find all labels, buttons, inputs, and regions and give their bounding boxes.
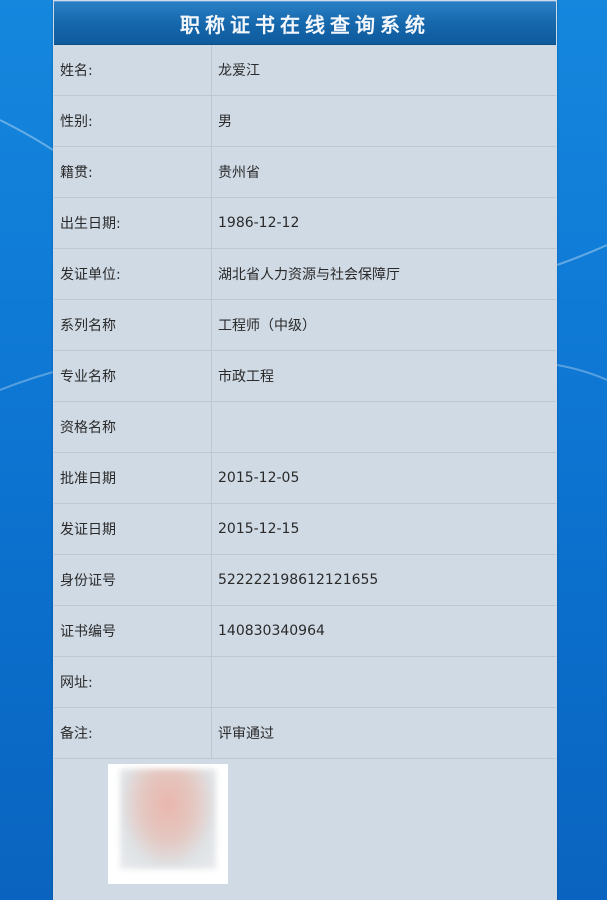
photo-section [53, 759, 557, 897]
table-row-native-place: 籍贯: 贵州省 [54, 146, 556, 198]
table-row-issuing-unit: 发证单位: 湖北省人力资源与社会保障厅 [54, 248, 556, 300]
series-name-label: 系列名称 [54, 299, 212, 351]
page-title: 职称证书在线查询系统 [180, 12, 430, 37]
table-row-name: 姓名: 龙爱江 [54, 45, 556, 96]
specialty-name-value: 市政工程 [211, 350, 556, 402]
certificate-number-value: 140830340964 [211, 605, 556, 657]
qualification-name-label: 资格名称 [54, 401, 212, 453]
issuing-unit-value: 湖北省人力资源与社会保障厅 [211, 248, 556, 300]
issuing-unit-label: 发证单位: [54, 248, 212, 300]
table-row-gender: 性别: 男 [54, 95, 556, 147]
table-row-specialty-name: 专业名称 市政工程 [54, 350, 556, 402]
table-row-certificate-number: 证书编号 140830340964 [54, 605, 556, 657]
series-name-value: 工程师（中级） [211, 299, 556, 351]
name-value: 龙爱江 [211, 45, 556, 96]
portrait-image [120, 769, 216, 869]
name-label: 姓名: [54, 45, 212, 96]
table-row-series-name: 系列名称 工程师（中级） [54, 299, 556, 351]
issue-date-value: 2015-12-15 [211, 503, 556, 555]
table-row-website: 网址: [54, 656, 556, 708]
table-row-birth-date: 出生日期: 1986-12-12 [54, 197, 556, 249]
gender-value: 男 [211, 95, 556, 147]
approval-date-label: 批准日期 [54, 452, 212, 504]
table-row-id-number: 身份证号 522222198612121655 [54, 554, 556, 606]
certificate-info-table: 姓名: 龙爱江 性别: 男 籍贯: 贵州省 出生日期: 1986-12-12 发… [54, 45, 556, 759]
certificate-photo [108, 764, 228, 884]
qualification-name-value [211, 401, 556, 453]
gender-label: 性别: [54, 95, 212, 147]
certificate-panel: 职称证书在线查询系统 姓名: 龙爱江 性别: 男 籍贯: 贵州省 出生日期: 1… [53, 0, 557, 900]
certificate-number-label: 证书编号 [54, 605, 212, 657]
website-value [211, 656, 556, 708]
table-row-remarks: 备注: 评审通过 [54, 707, 556, 759]
native-place-value: 贵州省 [211, 146, 556, 198]
table-row-approval-date: 批准日期 2015-12-05 [54, 452, 556, 504]
birth-date-value: 1986-12-12 [211, 197, 556, 249]
issue-date-label: 发证日期 [54, 503, 212, 555]
remarks-value: 评审通过 [211, 707, 556, 759]
approval-date-value: 2015-12-05 [211, 452, 556, 504]
specialty-name-label: 专业名称 [54, 350, 212, 402]
page-header: 职称证书在线查询系统 [54, 1, 556, 45]
id-number-value: 522222198612121655 [211, 554, 556, 606]
table-row-qualification-name: 资格名称 [54, 401, 556, 453]
table-row-issue-date: 发证日期 2015-12-15 [54, 503, 556, 555]
id-number-label: 身份证号 [54, 554, 212, 606]
website-label: 网址: [54, 656, 212, 708]
native-place-label: 籍贯: [54, 146, 212, 198]
birth-date-label: 出生日期: [54, 197, 212, 249]
remarks-label: 备注: [54, 707, 212, 759]
